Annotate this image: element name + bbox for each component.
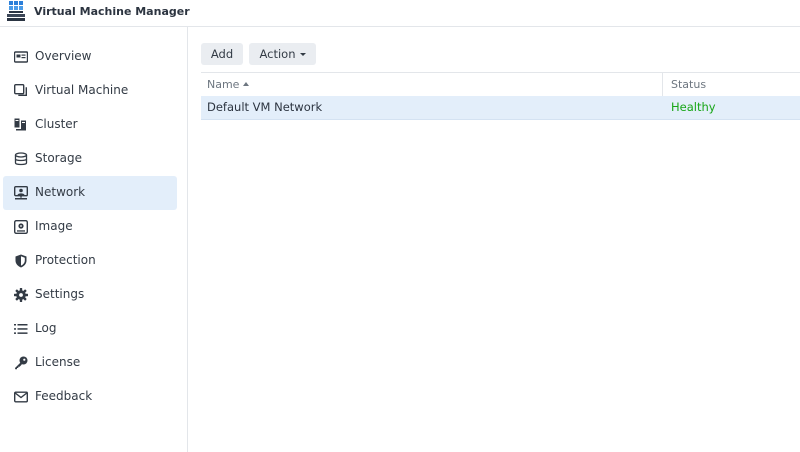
cluster-icon [14,118,28,132]
network-icon [14,186,28,200]
chevron-down-icon [299,53,306,56]
sidebar-item-label: Cluster [35,117,78,131]
network-name-cell: Default VM Network [207,100,323,114]
action-dropdown-button[interactable]: Action [249,43,316,65]
image-icon [14,220,28,234]
sidebar-item-label: Network [35,185,86,199]
status-cell: Healthy [671,100,716,114]
app-title: Virtual Machine Manager [34,5,190,18]
add-button[interactable]: Add [201,43,243,65]
shield-icon [14,254,28,268]
main-panel: Add Action Name Status Default VM Networ… [188,27,800,452]
sidebar-item-label: Protection [35,253,96,267]
virtual-machine-icon [14,84,28,98]
sidebar-item-label: Overview [35,49,92,63]
sidebar-item-label: Log [35,321,57,335]
column-header-name[interactable]: Name [201,73,663,96]
sidebar-item-overview[interactable]: Overview [3,40,177,74]
sidebar-item-label: Virtual Machine [35,83,129,97]
sidebar-item-protection[interactable]: Protection [3,244,177,278]
list-icon [14,322,28,336]
column-header-label: Status [671,78,707,91]
sidebar-item-settings[interactable]: Settings [3,278,177,312]
app-logo-icon [7,1,25,21]
sidebar-item-label: Storage [35,151,82,165]
sidebar-item-feedback[interactable]: Feedback [3,380,177,414]
column-header-status[interactable]: Status [664,73,800,96]
sidebar-item-network[interactable]: Network [3,176,177,210]
table-header: Name Status [201,72,800,97]
action-button-label: Action [259,47,296,61]
sidebar-item-virtual-machine[interactable]: Virtual Machine [3,74,177,108]
sidebar-item-label: Settings [35,287,85,301]
table-row[interactable]: Default VM Network Healthy [201,96,800,120]
sidebar-item-label: Image [35,219,73,233]
sidebar-item-log[interactable]: Log [3,312,177,346]
sidebar-item-label: Feedback [35,389,93,403]
sidebar-item-image[interactable]: Image [3,210,177,244]
column-header-label: Name [207,78,240,91]
gear-icon [14,288,28,302]
mail-icon [14,390,28,404]
storage-icon [14,152,28,166]
sidebar: Overview Virtual Machine Cluster Storage… [0,27,188,452]
sidebar-item-label: License [35,355,81,369]
sidebar-item-storage[interactable]: Storage [3,142,177,176]
key-icon [14,356,28,370]
sort-ascending-icon [243,82,250,86]
sidebar-item-cluster[interactable]: Cluster [3,108,177,142]
title-bar: Virtual Machine Manager [0,0,800,27]
overview-icon [14,50,28,64]
sidebar-item-license[interactable]: License [3,346,177,380]
